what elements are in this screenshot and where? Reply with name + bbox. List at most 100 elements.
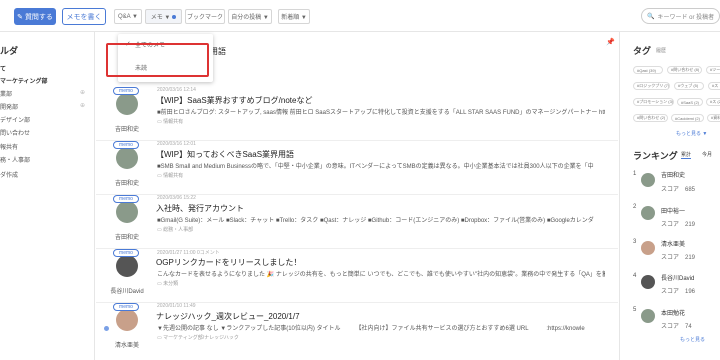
- post-excerpt: ■SMB Small and Medium Businessの略で、「中堅・中小…: [157, 164, 594, 170]
- sidebar-item-marketing[interactable]: マーケティング部: [0, 76, 48, 85]
- sidebar-item-inquiry[interactable]: 問い合わせ: [0, 128, 30, 137]
- memo-badge: memo: [113, 141, 139, 149]
- tab-this-month[interactable]: 今月: [702, 151, 712, 158]
- rank-score: スコア 219: [661, 222, 696, 228]
- author-name[interactable]: 清水亜美: [96, 340, 158, 349]
- post-title[interactable]: ナレッジハック_週次レビュー_2020/1/7: [156, 311, 300, 322]
- tag-chip[interactable]: #SaaS (2): [677, 98, 703, 106]
- filter-qa[interactable]: Q&A ▼: [114, 9, 142, 24]
- post-folder[interactable]: ▭ 情報共有: [157, 118, 183, 125]
- ranking-title: ランキング: [633, 151, 678, 161]
- rank-number: 2: [633, 204, 637, 210]
- sidebar-title: ルダ: [0, 46, 19, 56]
- sidebar-item-all[interactable]: て: [0, 64, 6, 73]
- sidebar-item-info-share[interactable]: 報共有: [0, 142, 18, 151]
- search-input[interactable]: 🔍 キーワード or 投稿者: [641, 8, 720, 24]
- post-item[interactable]: memo 清水亜美 2020/01/10 11:49 ナレッジハック_週次レビュ…: [96, 303, 618, 357]
- rank-user-name[interactable]: 清水亜美: [661, 239, 685, 248]
- author-name[interactable]: 長谷川David: [96, 286, 158, 295]
- filter-my-posts[interactable]: 自分の投稿 ▼: [228, 9, 272, 24]
- search-icon: 🔍: [647, 13, 655, 20]
- avatar[interactable]: [116, 309, 138, 331]
- folder-sidebar: ルダ て マーケティング部 業部 ⊕ 開発部 ⊕ デザイン部 問い合わせ 報共有…: [0, 32, 95, 360]
- memo-badge: memo: [113, 87, 139, 95]
- pin-icon[interactable]: 📌: [606, 38, 615, 46]
- avatar[interactable]: [116, 201, 138, 223]
- rank-user-name[interactable]: 本田勉花: [661, 308, 685, 317]
- ask-label: 質問する: [24, 13, 53, 21]
- post-item[interactable]: memo 吉田和史 2020/03/16 12:01 【WIP】知っておくべきS…: [96, 141, 618, 195]
- post-excerpt: ■前田ヒロさんブログ: スタートアップ, saas情報 前田ヒロ SaaSスター…: [157, 110, 605, 116]
- post-folder[interactable]: ▭ 総務・人事部: [157, 226, 193, 233]
- tag-chip[interactable]: #ロジックプリ (7): [633, 82, 670, 90]
- post-title[interactable]: 入社時、発行アカウント: [156, 203, 244, 214]
- filter-memo[interactable]: メモ ▼: [145, 9, 182, 24]
- tags-history[interactable]: 履歴: [656, 47, 666, 54]
- tag-chip[interactable]: #ス: [708, 82, 720, 90]
- avatar[interactable]: [641, 275, 655, 289]
- ranking-more-link[interactable]: もっと見る: [680, 336, 705, 343]
- tag-chip[interactable]: #資料: [707, 114, 720, 122]
- author-name[interactable]: 吉田和史: [96, 232, 158, 241]
- post-excerpt: ■Gmail(G Suite)：メール ■Slack：チャット ■Trello：…: [157, 218, 594, 224]
- rank-user-name[interactable]: 田中裕一: [661, 206, 685, 215]
- rank-user-name[interactable]: 長谷川David: [661, 273, 694, 282]
- tag-chip[interactable]: #ス (2): [706, 98, 720, 106]
- avatar[interactable]: [116, 255, 138, 277]
- filter-bookmark[interactable]: ブックマーク: [185, 9, 225, 24]
- rank-score: スコア 685: [661, 187, 696, 193]
- tag-chip[interactable]: #プロモーション (3): [633, 98, 674, 106]
- tag-chip[interactable]: #問い合わせ (8): [667, 66, 702, 74]
- avatar[interactable]: [641, 206, 655, 220]
- sort-select[interactable]: 新着順 ▼: [278, 9, 310, 24]
- sidebar-item-dev[interactable]: 開発部: [0, 102, 18, 111]
- post-title[interactable]: 【WIP】SaaS業界おすすめブログ/noteなど: [156, 95, 312, 106]
- avatar[interactable]: [641, 309, 655, 323]
- post-folder-name: 未分類: [163, 281, 179, 287]
- post-folder[interactable]: ▭ 未分類: [157, 280, 178, 287]
- avatar[interactable]: [641, 173, 655, 187]
- rank-number: 3: [633, 239, 637, 245]
- right-panel: タグ 履歴 #Qast (39) #問い合わせ (8) #ツール #ロジックプリ…: [619, 32, 720, 360]
- avatar[interactable]: [641, 241, 655, 255]
- add-folder-icon[interactable]: ⊕: [80, 102, 85, 109]
- tag-chip[interactable]: #Qast (39): [633, 66, 663, 74]
- post-title[interactable]: OGPリンクカードをリリースしました！: [156, 257, 301, 268]
- rank-score: スコア 196: [661, 289, 696, 295]
- sidebar-item-create-folder[interactable]: ダ作成: [0, 170, 18, 179]
- tab-total[interactable]: 累計: [681, 151, 692, 159]
- avatar[interactable]: [116, 147, 138, 169]
- tags-title: タグ: [633, 46, 652, 56]
- post-folder-name: 総務・人事部: [163, 227, 194, 233]
- add-folder-icon[interactable]: ⊕: [80, 89, 85, 96]
- rank-user-name[interactable]: 吉田和史: [661, 170, 685, 179]
- ask-question-button[interactable]: ✎ 質問する: [14, 8, 56, 25]
- tag-chip[interactable]: #Cacidemi (2): [671, 114, 704, 122]
- author-name[interactable]: 吉田和史: [96, 124, 158, 133]
- rank-score: スコア 219: [661, 255, 696, 261]
- top-bar: ✎ 質問する メモを書く Q&A ▼ メモ ▼ ブックマーク 自分の投稿 ▼ 新着…: [0, 0, 720, 32]
- rank-number: 5: [633, 307, 637, 313]
- tag-chip[interactable]: #ウェブ (5): [674, 82, 704, 90]
- author-name[interactable]: 吉田和史: [96, 178, 158, 187]
- sidebar-item-hr[interactable]: 務・人事部: [0, 155, 30, 164]
- tag-chip[interactable]: #ツール: [706, 66, 720, 74]
- post-folder[interactable]: ▭ マーケティング部/ナレッジハック: [157, 334, 239, 341]
- sidebar-item-design[interactable]: デザイン部: [0, 115, 30, 124]
- post-date: 2020/03/16 12:14: [157, 87, 196, 93]
- sidebar-item-sales[interactable]: 業部: [0, 89, 12, 98]
- memo-badge: memo: [113, 303, 139, 311]
- post-folder-name: マーケティング部/ナレッジハック: [163, 335, 239, 341]
- post-item[interactable]: memo 吉田和史 2020/03/06 15:22 入社時、発行アカウント ■…: [96, 195, 618, 249]
- tag-chip[interactable]: #問い合わせ (2): [633, 114, 668, 122]
- write-memo-button[interactable]: メモを書く: [62, 8, 106, 25]
- tags-more-link[interactable]: もっと見る ▼: [676, 130, 707, 137]
- post-folder-name: 情報共有: [163, 119, 184, 125]
- avatar[interactable]: [116, 93, 138, 115]
- post-item[interactable]: memo 長谷川David 2020/01/27 11:00 0コメント OGP…: [96, 249, 618, 303]
- unread-dot-icon: [172, 14, 177, 19]
- post-folder[interactable]: ▭ 情報共有: [157, 172, 183, 179]
- post-date: 2020/01/10 11:49: [157, 303, 196, 309]
- post-title[interactable]: 【WIP】知っておくべきSaaS業界用語: [156, 149, 294, 160]
- post-item[interactable]: memo 吉田和史 2020/03/16 12:14 【WIP】SaaS業界おす…: [96, 87, 618, 141]
